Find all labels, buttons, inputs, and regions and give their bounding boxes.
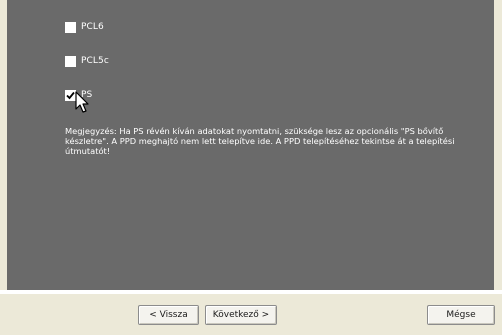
cancel-button[interactable]: Mégse xyxy=(427,305,495,325)
mouse-pointer-icon xyxy=(75,91,89,113)
back-button[interactable]: < Vissza xyxy=(138,305,199,325)
checkmark-icon xyxy=(66,91,75,99)
next-button[interactable]: Következő > xyxy=(205,305,277,325)
pcl5c-label[interactable]: PCL5c xyxy=(81,56,109,66)
pcl5c-checkbox[interactable] xyxy=(65,55,76,67)
pcl6-checkbox[interactable] xyxy=(65,21,76,33)
option-pcl6[interactable]: PCL6 xyxy=(65,20,104,34)
button-bar: < Vissza Következő > Mégse xyxy=(0,294,502,335)
pcl6-label[interactable]: PCL6 xyxy=(81,22,104,32)
option-pcl5c[interactable]: PCL5c xyxy=(65,54,109,68)
content-panel: PCL6 PCL5c PS Megjegyzés: Ha PS révén kí… xyxy=(7,0,494,290)
note-text: Megjegyzés: Ha PS révén kíván adatokat n… xyxy=(65,126,455,156)
